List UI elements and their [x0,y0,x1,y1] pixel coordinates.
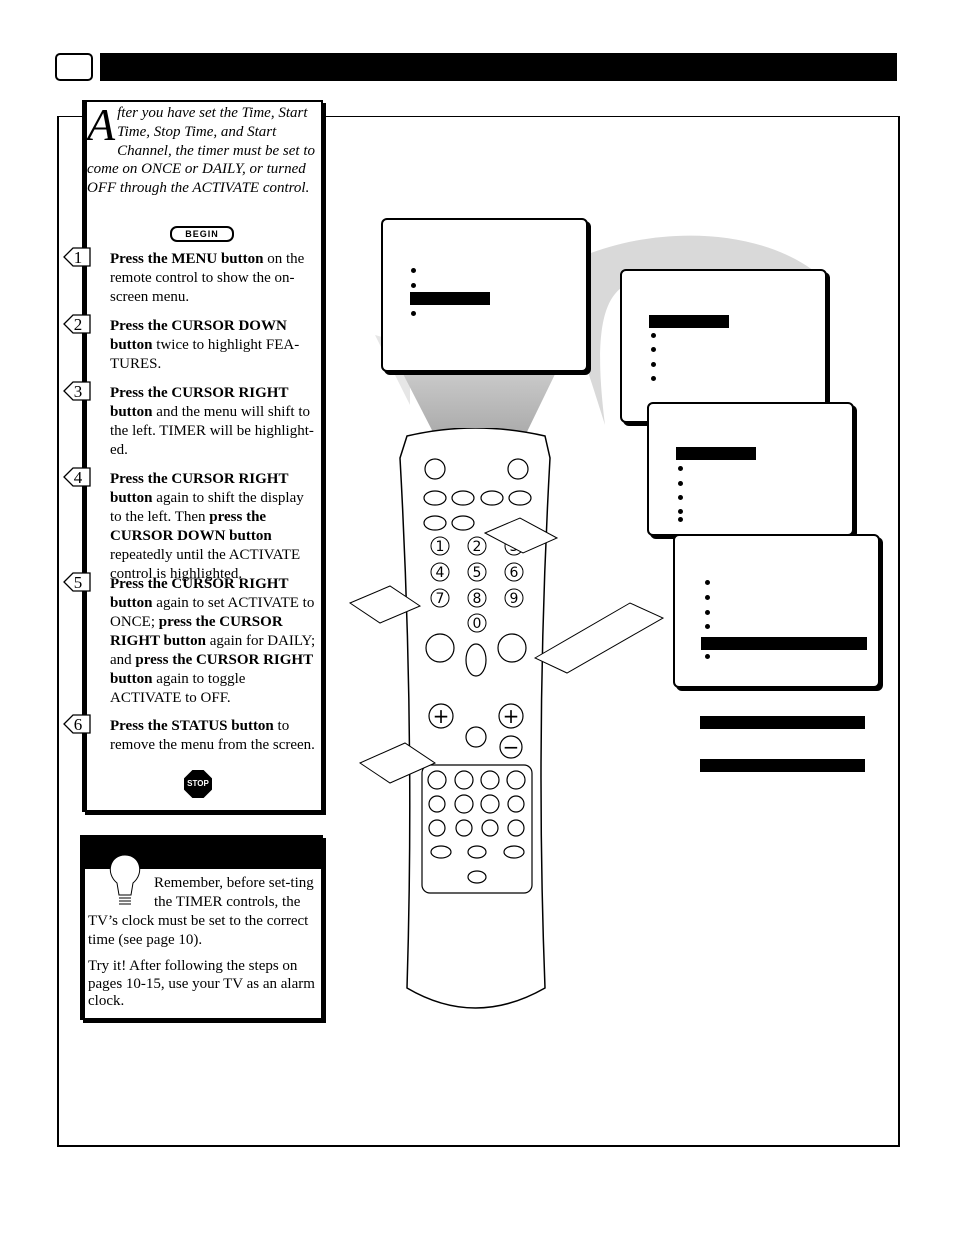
svg-text:3: 3 [74,382,83,401]
remote-control: ++− 1234567890 [348,428,665,1009]
step-6: 6 Press the STATUS button to remove the m… [63,714,317,755]
step-text: Press the STATUS button to remove the me… [87,717,317,755]
digit-label: 1 [436,539,445,555]
svg-text:−: − [503,735,520,759]
step-text: Press the CURSOR RIGHT button and the me… [87,384,317,460]
digit-label: 9 [510,591,519,607]
tip-paragraph-1: Remember, before set-ting the TIMER cont… [88,874,316,950]
step-number-badge: 2 [63,314,91,334]
step-1: 1 Press the MENU button on the remote con… [63,247,317,307]
activate-daily-bar [700,759,865,772]
step-5: 5 Press the CURSOR RIGHT button again to … [63,572,317,708]
step-text: Press the MENU button on the remote cont… [87,250,317,307]
digit-label: 5 [473,565,482,581]
step-4: 4 Press the CURSOR RIGHT button again to … [63,467,317,584]
menu-screen-main [381,218,588,372]
manual-page: + + − 1 2 3 4 5 6 7 8 9 0 After you have set the Ti… [0,0,954,1235]
svg-text:5: 5 [74,573,83,592]
step-3: 3 Press the CURSOR RIGHT button and the m… [63,381,317,460]
drop-cap: A [87,99,116,150]
step-2: 2 Press the CURSOR DOWN button twice to h… [63,314,317,374]
svg-text:+: + [433,704,450,728]
header-bar [100,53,897,81]
step-action: Press the STATUS button [110,718,274,734]
tip-paragraph-2: Try it! After following the steps on pag… [88,958,315,1009]
step-number-badge: 1 [63,247,91,267]
activate-once-bar [700,716,865,729]
step-text: Press the CURSOR DOWN button twice to hi… [87,317,317,374]
svg-text:1: 1 [74,248,83,267]
tv-icon [55,53,93,81]
step-number-badge: 3 [63,381,91,401]
svg-text:4: 4 [74,468,83,487]
intro-text: After you have set the Time, Start Time,… [87,99,317,198]
digit-label: 7 [436,591,445,607]
menu-screen-timer [647,402,854,536]
begin-badge: BEGIN [170,226,234,242]
step-text: Press the CURSOR RIGHT button again to s… [87,575,317,708]
step-number-badge: 6 [63,714,91,734]
menu-screen-features [620,269,827,423]
intro-body: fter you have set the Time, Start Time, … [87,105,316,197]
step-number-badge: 4 [63,467,91,487]
digit-label: 4 [436,565,445,581]
svg-text:6: 6 [74,715,83,734]
digit-label: 8 [473,591,482,607]
step-number-badge: 5 [63,572,91,592]
svg-text:2: 2 [74,315,83,334]
stop-sign-icon: STOP [184,770,212,798]
digit-label: 2 [473,539,482,555]
digit-label: 6 [510,565,519,581]
menu-screen-activate [673,534,880,688]
svg-text:+: + [503,704,520,728]
step-text: Press the CURSOR RIGHT button again to s… [87,470,317,584]
step-action: Press the MENU button [110,251,264,267]
digit-label: 0 [473,616,482,632]
